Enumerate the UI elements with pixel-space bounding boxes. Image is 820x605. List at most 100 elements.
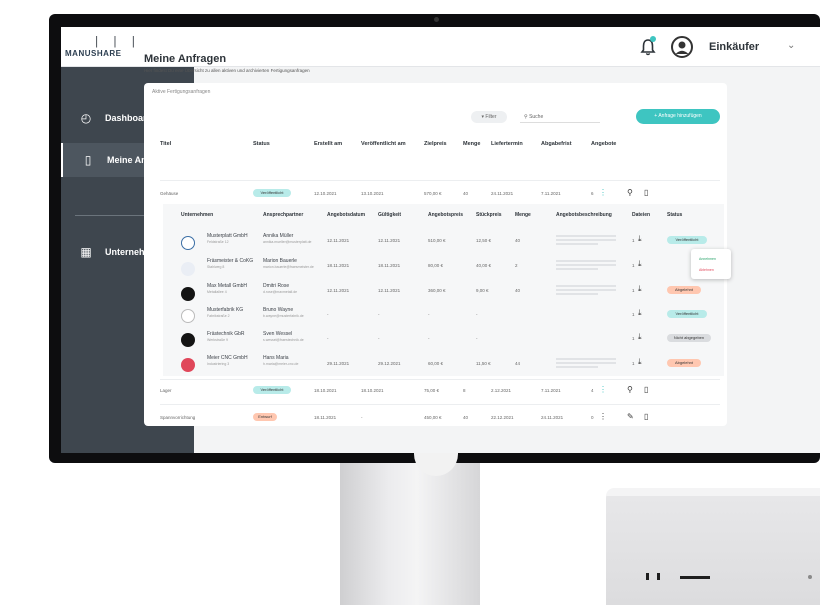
status-badge: Entwurf xyxy=(253,413,277,421)
company-logo xyxy=(181,358,195,372)
company-logo xyxy=(181,236,195,250)
offers-header-gueltigkeit: Gültigkeit xyxy=(378,212,402,218)
offers-header-angebotsdatum: Angebotsdatum xyxy=(327,212,366,218)
search-icon[interactable]: ⚲ xyxy=(627,188,633,197)
offer-price: 510,00 € xyxy=(428,238,446,243)
row-title: Gehäuse xyxy=(160,191,179,196)
document-icon[interactable]: ▯ xyxy=(644,188,648,197)
row-qty: 40 xyxy=(463,415,469,420)
row-divider xyxy=(160,180,720,181)
contact-name: Sven Wessel xyxy=(263,331,293,337)
contact-name: Bruno Wayne xyxy=(263,307,294,313)
offer-description xyxy=(556,260,616,272)
header-menge[interactable]: Menge xyxy=(463,141,480,147)
header-abgabefrist[interactable]: Abgabefrist xyxy=(541,141,572,147)
more-icon[interactable]: ⋮ xyxy=(599,188,607,197)
status-badge[interactable]: Abgelehnt xyxy=(667,359,701,367)
more-icon[interactable]: ⋮ xyxy=(599,412,607,421)
company-address: Werkstraße 9 xyxy=(207,338,228,342)
header-veroeffentlicht[interactable]: Veröffentlicht am xyxy=(361,141,406,147)
offer-unit: 11,50 € xyxy=(476,361,491,366)
status-badge[interactable]: Veröffentlicht xyxy=(667,310,707,318)
offer-description xyxy=(556,358,616,370)
header-titel[interactable]: Titel xyxy=(160,141,171,147)
search-placeholder: Suche xyxy=(529,114,544,120)
header-angebote[interactable]: Angebote xyxy=(591,141,616,147)
company-logo xyxy=(181,309,195,323)
row-created: 18.11.2021 xyxy=(314,415,337,420)
offer-price: 80,00 € xyxy=(428,263,444,268)
contact-email: s.wessel@fraestechnik.de xyxy=(263,338,304,342)
row-offers: 0 xyxy=(591,415,594,420)
offers-header-beschreibung: Angebotsbeschreibung xyxy=(556,212,612,218)
download-icon[interactable]: ⤓ xyxy=(638,259,642,269)
download-icon[interactable]: ⤓ xyxy=(638,332,642,342)
header-liefertermin[interactable]: Liefertermin xyxy=(491,141,523,147)
download-icon[interactable]: ⤓ xyxy=(638,284,642,294)
row-delivery: 2.12.2021 xyxy=(491,388,512,393)
contact-email: annika.mueller@musterplatt.de xyxy=(263,240,312,244)
company-name: Musterfabrik KG xyxy=(207,307,244,313)
company-logo xyxy=(181,287,195,301)
offer-date: - xyxy=(327,312,329,317)
row-delivery: 24.11.2021 xyxy=(491,191,514,196)
download-icon[interactable]: ⤓ xyxy=(638,308,642,318)
contact-name: Hans Maria xyxy=(263,355,289,361)
offer-unit: - xyxy=(476,336,478,341)
status-badge[interactable]: Abgelehnt xyxy=(667,286,701,294)
document-icon[interactable]: ▯ xyxy=(644,412,648,421)
search-icon[interactable]: ⚲ xyxy=(627,385,633,394)
more-icon[interactable]: ⋮ xyxy=(599,385,607,394)
download-icon[interactable]: ⤓ xyxy=(638,234,642,244)
mac-studio-top xyxy=(606,488,820,496)
row-offers: 4 xyxy=(591,388,594,393)
contact-email: d.rose@maxmetall.de xyxy=(263,290,298,294)
offer-price: - xyxy=(428,336,430,341)
company-name: Max Metall GmbH xyxy=(207,283,248,289)
document-icon[interactable]: ▯ xyxy=(644,385,648,394)
edit-icon[interactable]: ✎ xyxy=(627,412,634,421)
offer-price: 360,00 € xyxy=(428,288,446,293)
offer-unit: 9,00 € xyxy=(476,288,489,293)
offer-files: 1 xyxy=(632,238,635,243)
mac-studio xyxy=(606,488,820,605)
company-logo xyxy=(181,262,195,276)
offer-date: 29.11.2021 xyxy=(327,361,350,366)
header-status[interactable]: Status xyxy=(253,141,270,147)
offers-header-stueckpreis: Stückpreis xyxy=(476,212,502,218)
company-address: Fabrikstraße 2 xyxy=(207,314,230,318)
download-icon[interactable]: ⤓ xyxy=(638,357,642,367)
page-subtitle: Hier findest Du eine Übersicht zu allen … xyxy=(144,68,310,73)
offer-qty: 40 xyxy=(515,238,521,243)
row-divider xyxy=(160,404,720,405)
accept-option[interactable]: Annehmen xyxy=(699,257,716,261)
main-area: Meine Anfragen Hier findest Du eine Über… xyxy=(61,27,820,453)
power-led xyxy=(808,575,812,579)
decline-option[interactable]: Ablehnen xyxy=(699,268,714,272)
offer-date: 12.11.2021 xyxy=(327,238,350,243)
offer-description xyxy=(556,285,616,297)
offer-qty: 40 xyxy=(515,288,521,293)
add-request-button[interactable]: + Anfrage hinzufügen xyxy=(636,109,720,124)
row-published: 18.10.2021 xyxy=(361,388,384,393)
offer-files: 1 xyxy=(632,263,635,268)
contact-name: Annika Müller xyxy=(263,233,294,239)
header-erstellt[interactable]: Erstellt am xyxy=(314,141,342,147)
offer-files: 1 xyxy=(632,312,635,317)
row-title: Lager xyxy=(160,388,172,393)
offer-price: - xyxy=(428,312,430,317)
status-badge[interactable]: Veröffentlicht xyxy=(667,236,707,244)
offer-valid: - xyxy=(378,336,380,341)
offers-header-angebotspreis: Angebotspreis xyxy=(428,212,464,218)
header-zielpreis[interactable]: Zielpreis xyxy=(424,141,447,147)
row-delivery: 22.12.2021 xyxy=(491,415,514,420)
monitor-stand xyxy=(340,462,480,605)
offer-valid: 18.11.2021 xyxy=(378,263,401,268)
filter-button[interactable]: ▾ Filter xyxy=(471,111,507,123)
status-badge: Veröffentlicht xyxy=(253,189,291,197)
offer-valid: - xyxy=(378,312,380,317)
offer-unit: 12,50 € xyxy=(476,238,492,243)
status-badge[interactable]: Nicht abgegeben xyxy=(667,334,711,342)
search-input[interactable]: ⚲ Suche xyxy=(520,111,600,123)
camera-dot xyxy=(434,17,439,22)
